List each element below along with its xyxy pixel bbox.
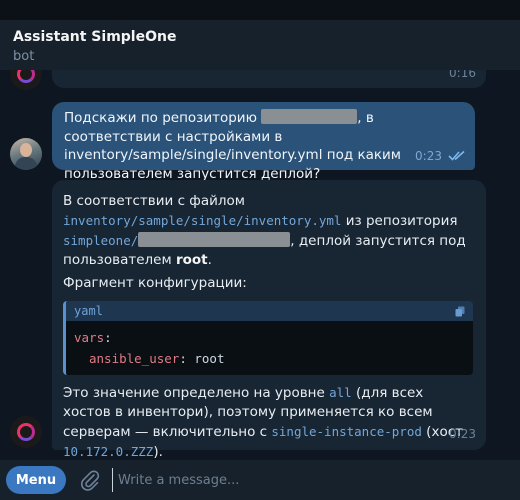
copy-icon[interactable]: [455, 306, 465, 317]
message-text: Подскажи по репозиторию: [64, 110, 257, 126]
inline-code: 10.172.0.ZZZ: [63, 444, 154, 459]
chat-title: Assistant SimpleOne: [13, 29, 177, 45]
code-language: yaml: [74, 303, 103, 318]
redacted-text: [261, 109, 358, 124]
chat-subtitle: bot: [13, 49, 35, 64]
menu-button[interactable]: Menu: [6, 466, 66, 494]
user-message-bubble[interactable]: Подскажи по репозиторию , в соответствии…: [52, 102, 475, 182]
code-header: yaml: [66, 301, 473, 321]
window-top-strip: [0, 0, 520, 20]
bot-avatar[interactable]: [10, 416, 42, 448]
message-text: из репозитория: [341, 213, 458, 229]
message-paragraph: Это значение определено на уровне all (д…: [63, 383, 475, 460]
avatar-head: [20, 143, 32, 157]
avatar-body: [15, 157, 37, 170]
message-text: ).: [153, 444, 163, 460]
attach-button[interactable]: [78, 468, 102, 492]
code-key: ansible_user: [89, 351, 180, 366]
chat-header[interactable]: Assistant SimpleOne bot: [0, 20, 520, 70]
previous-message-bubble[interactable]: 0:16: [52, 70, 486, 88]
message-text: В соответствии с файлом: [63, 193, 245, 209]
code-punct: :: [179, 351, 187, 366]
bot-logo-icon: [17, 423, 35, 441]
redacted-text: [138, 232, 291, 247]
message-time: 0:23: [415, 148, 442, 163]
code-line: vars:: [74, 327, 465, 348]
user-avatar[interactable]: [10, 138, 42, 170]
fragment-label: Фрагмент конфигурации:: [63, 275, 247, 291]
code-block: yaml vars: ansible_user: root: [63, 301, 473, 375]
code-value: root: [194, 351, 225, 366]
repo-path-code: simpleone/: [63, 233, 139, 248]
message-time: 0:23: [449, 427, 476, 441]
double-check-icon: [448, 151, 465, 161]
message-input[interactable]: [112, 468, 514, 492]
message-composer: Menu: [0, 460, 520, 500]
code-punct: :: [104, 330, 112, 345]
message-list[interactable]: 0:16 Подскажи по репозиторию , в соответ…: [0, 70, 520, 460]
code-body: vars: ansible_user: root: [66, 321, 473, 375]
paperclip-icon: [81, 470, 100, 491]
message-text: Это значение определено на уровне: [63, 385, 330, 401]
bot-avatar[interactable]: [10, 70, 42, 90]
message-time: 0:16: [449, 70, 476, 80]
bot-message-bubble[interactable]: В соответствии с файлом inventory/sample…: [52, 180, 486, 460]
bot-logo-icon: [17, 70, 35, 83]
message-text: .: [207, 252, 212, 268]
message-paragraph: В соответствии с файлом inventory/sample…: [63, 192, 475, 270]
inline-code: all: [329, 385, 352, 400]
inline-code: single-instance-prod: [271, 424, 422, 439]
code-line: ansible_user: root: [74, 348, 465, 369]
user-value: root: [175, 252, 208, 268]
code-key: vars: [74, 330, 105, 345]
message-meta: 0:23: [415, 147, 466, 166]
file-path-code: inventory/sample/single/inventory.yml: [63, 213, 342, 228]
